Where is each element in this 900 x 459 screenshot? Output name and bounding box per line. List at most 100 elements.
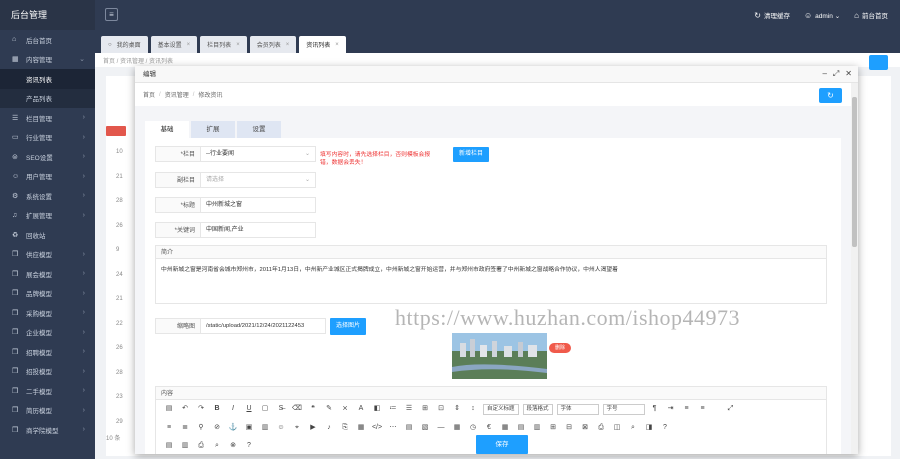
format-brush-icon[interactable]: ✎: [321, 403, 337, 415]
font-family-select[interactable]: 字体: [556, 403, 599, 415]
custom-title-select[interactable]: 自定义标题: [483, 403, 519, 415]
special-char-icon[interactable]: €: [481, 422, 497, 434]
title-input[interactable]: 中州新城之窗: [201, 197, 316, 213]
link-icon[interactable]: ⚲: [193, 422, 209, 434]
merge-cells-icon[interactable]: ⊞: [545, 422, 561, 434]
minimize-icon[interactable]: –: [822, 69, 826, 79]
sidebar-item[interactable]: ❒ 供应模型 ›: [0, 245, 95, 265]
code-icon[interactable]: </>: [369, 422, 385, 434]
tab-basic[interactable]: 基础: [145, 121, 189, 138]
breadcrumb-item[interactable]: 资讯管理: [165, 90, 189, 99]
help-icon[interactable]: ?: [241, 440, 257, 452]
sidebar-item[interactable]: ❒ 展会模型 ›: [0, 264, 95, 284]
sidebar-subitem[interactable]: 资讯列表: [0, 69, 95, 89]
front-home-button[interactable]: ⌂ 前台首页: [854, 10, 888, 20]
table-props-icon[interactable]: ▤: [161, 440, 177, 452]
clear-format-icon[interactable]: ⨯: [337, 403, 353, 415]
music-icon[interactable]: ♪: [321, 422, 337, 434]
tab-extend[interactable]: 扩展: [191, 121, 235, 138]
redo-icon[interactable]: ↷: [193, 403, 209, 415]
tab-settings[interactable]: 设置: [237, 121, 281, 138]
user-menu[interactable]: ☺ admin ⌄: [804, 11, 840, 20]
autotype-icon[interactable]: ⊗: [225, 440, 241, 452]
fullscreen-icon[interactable]: ⤢: [723, 403, 739, 415]
sidebar-item[interactable]: ⌂ 后台首页: [0, 30, 95, 50]
summary-textarea[interactable]: 中州新城之窗是河南省会城市郑州市，2011年1月13日，中州新产业城区正式揭牌成…: [155, 259, 827, 304]
row-spacing-icon[interactable]: ⇕: [449, 403, 465, 415]
sidebar-item[interactable]: ♻ 回收站: [0, 225, 95, 245]
help-icon[interactable]: ?: [657, 422, 673, 434]
clear-doc-icon[interactable]: ⊡: [433, 403, 449, 415]
cell-props-icon[interactable]: ▥: [177, 440, 193, 452]
align-right-icon[interactable]: ≡: [161, 422, 177, 434]
close-icon[interactable]: ✕: [845, 69, 852, 79]
sidebar-item[interactable]: ❒ 采购模型 ›: [0, 303, 95, 323]
page-tab[interactable]: 资讯列表 ×: [299, 36, 346, 53]
border-icon[interactable]: ▢: [257, 403, 273, 415]
menu-toggle-icon[interactable]: ≡: [105, 8, 118, 21]
sidebar-item[interactable]: ⚙ 系统设置 ›: [0, 186, 95, 206]
align-center-icon[interactable]: ≡: [695, 403, 711, 415]
delete-image-button[interactable]: 删除: [549, 343, 571, 353]
background-icon[interactable]: ▧: [417, 422, 433, 434]
sidebar-item[interactable]: ♫ 扩展管理 ›: [0, 206, 95, 226]
strikethrough-icon[interactable]: S̶: [273, 403, 289, 415]
time-icon[interactable]: ◷: [465, 422, 481, 434]
page-tab[interactable]: ○ 我的桌面: [101, 36, 148, 53]
image-icon[interactable]: ▣: [241, 422, 257, 434]
sidebar-subitem[interactable]: 产品列表: [0, 89, 95, 109]
highlight-icon[interactable]: ◧: [369, 403, 385, 415]
background-refresh-button[interactable]: [869, 55, 888, 70]
insert-row-icon[interactable]: ▤: [513, 422, 529, 434]
sidebar-item[interactable]: ▭ 行业管理 ›: [0, 128, 95, 148]
page-tab[interactable]: 会员列表 ×: [249, 36, 297, 53]
date-icon[interactable]: ▦: [449, 422, 465, 434]
sidebar-item[interactable]: ☺ 用户管理 ›: [0, 167, 95, 187]
keywords-input[interactable]: 中国新闻,产业: [201, 222, 316, 238]
page-tab[interactable]: 栏目列表 ×: [200, 36, 247, 53]
template-icon[interactable]: ▤: [401, 422, 417, 434]
bold-icon[interactable]: B: [209, 403, 225, 415]
preview-icon[interactable]: ◫: [609, 422, 625, 434]
close-tab-icon[interactable]: ×: [286, 42, 290, 48]
select-all-icon[interactable]: ⊞: [417, 403, 433, 415]
justify-icon[interactable]: ≣: [177, 422, 193, 434]
page-break-icon[interactable]: ⋯: [385, 422, 401, 434]
undo-icon[interactable]: ↶: [177, 403, 193, 415]
search-replace-icon[interactable]: ⌕: [625, 422, 641, 434]
modal-refresh-button[interactable]: ↻: [819, 88, 842, 103]
font-color-icon[interactable]: A: [353, 403, 369, 415]
search-icon[interactable]: ⌕: [209, 440, 225, 452]
anchor-icon[interactable]: ⚓: [225, 422, 241, 434]
modal-scrollbar[interactable]: [851, 83, 858, 454]
page-tab[interactable]: 基本设置 ×: [150, 36, 198, 53]
direction-ltr-icon[interactable]: ¶: [647, 403, 663, 415]
column-select[interactable]: --行业要闻 ⌄: [201, 146, 316, 162]
drafts-icon[interactable]: ◨: [641, 422, 657, 434]
maximize-icon[interactable]: ⤢: [833, 69, 839, 79]
video-icon[interactable]: ▶: [305, 422, 321, 434]
indent-icon[interactable]: ⇥: [663, 403, 679, 415]
insert-col-icon[interactable]: ▥: [529, 422, 545, 434]
thumbnail-path-input[interactable]: /static/upload/2021/12/24/2021122453: [201, 318, 326, 334]
italic-icon[interactable]: I: [225, 403, 241, 415]
underline-icon[interactable]: U: [241, 403, 257, 415]
sidebar-item[interactable]: ❒ 简历模型 ›: [0, 401, 95, 421]
subcolumn-select[interactable]: 请选择 ⌄: [201, 172, 316, 188]
print-icon[interactable]: ⎙: [593, 422, 609, 434]
print-preview-icon[interactable]: ⎙: [193, 440, 209, 452]
html-source-icon[interactable]: ▤: [161, 403, 177, 415]
sidebar-item[interactable]: ❒ 企业模型 ›: [0, 323, 95, 343]
ordered-list-icon[interactable]: ≔: [385, 403, 401, 415]
map-icon[interactable]: ⌖: [289, 422, 305, 434]
emotion-icon[interactable]: ☺: [273, 422, 289, 434]
font-size-select[interactable]: 字号: [602, 403, 645, 415]
sidebar-item[interactable]: ⊜ SEO设置 ›: [0, 147, 95, 167]
choose-image-button[interactable]: 选择图片: [330, 318, 367, 335]
split-cells-icon[interactable]: ⊟: [561, 422, 577, 434]
breadcrumb-item[interactable]: 首页: [143, 90, 155, 99]
sidebar-item[interactable]: ❒ 商学院模型 ›: [0, 420, 95, 440]
paragraph-select[interactable]: 段落格式: [522, 403, 553, 415]
background-delete-button[interactable]: [106, 126, 126, 136]
sidebar-item[interactable]: ❒ 二手模型 ›: [0, 381, 95, 401]
